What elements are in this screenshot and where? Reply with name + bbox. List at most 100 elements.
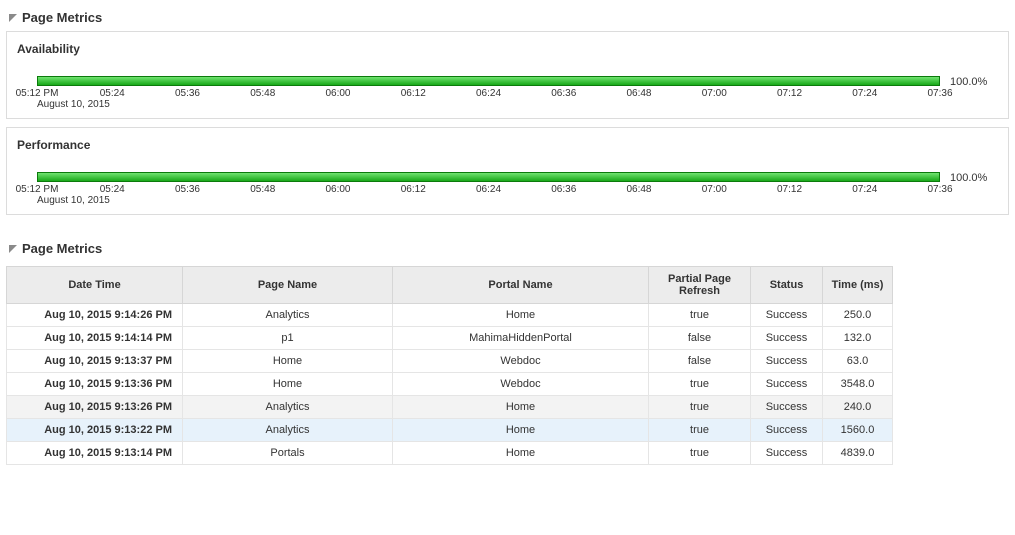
performance-ticks: 05:12 PM05:2405:3605:4806:0006:1206:2406… [37, 184, 940, 208]
cell-partial-page-refresh: true [649, 304, 751, 327]
cell-time-ms: 63.0 [823, 350, 893, 373]
cell-partial-page-refresh: true [649, 373, 751, 396]
table-row[interactable]: Aug 10, 2015 9:13:22 PMAnalyticsHometrue… [7, 419, 893, 442]
axis-tick: 07:12 [777, 88, 802, 99]
cell-page-name: Home [183, 373, 393, 396]
axis-tick: 06:12 [401, 184, 426, 195]
axis-tick: 07:36 [927, 88, 952, 99]
axis-tick: 07:36 [927, 184, 952, 195]
cell-status: Success [751, 327, 823, 350]
axis-tick: 06:24 [476, 184, 501, 195]
cell-partial-page-refresh: true [649, 419, 751, 442]
cell-portal-name: Webdoc [393, 350, 649, 373]
availability-chart: Availability 05:12 PM05:2405:3605:4806:0… [6, 31, 1009, 119]
cell-time-ms: 3548.0 [823, 373, 893, 396]
section-header-page-metrics-1[interactable]: Page Metrics [6, 6, 1009, 31]
cell-page-name: Portals [183, 442, 393, 465]
page-metrics-table: Date Time Page Name Portal Name Partial … [6, 266, 893, 465]
cell-portal-name: Home [393, 442, 649, 465]
section-header-page-metrics-2[interactable]: Page Metrics [6, 237, 1009, 262]
table-row[interactable]: Aug 10, 2015 9:13:36 PMHomeWebdoctrueSuc… [7, 373, 893, 396]
cell-time-ms: 4839.0 [823, 442, 893, 465]
axis-tick: 06:36 [551, 184, 576, 195]
table-row[interactable]: Aug 10, 2015 9:14:14 PMp1MahimaHiddenPor… [7, 327, 893, 350]
axis-tick: 06:48 [626, 184, 651, 195]
section-title: Page Metrics [22, 10, 102, 25]
cell-portal-name: Home [393, 396, 649, 419]
cell-status: Success [751, 373, 823, 396]
cell-date-time: Aug 10, 2015 9:13:36 PM [7, 373, 183, 396]
availability-ticks: 05:12 PM05:2405:3605:4806:0006:1206:2406… [37, 88, 940, 112]
axis-tick: 07:12 [777, 184, 802, 195]
table-row[interactable]: Aug 10, 2015 9:13:26 PMAnalyticsHometrue… [7, 396, 893, 419]
axis-tick: 06:00 [325, 184, 350, 195]
table-row[interactable]: Aug 10, 2015 9:14:26 PMAnalyticsHometrue… [7, 304, 893, 327]
cell-status: Success [751, 350, 823, 373]
cell-partial-page-refresh: false [649, 350, 751, 373]
axis-tick: 06:24 [476, 88, 501, 99]
cell-partial-page-refresh: true [649, 442, 751, 465]
chart-title: Performance [17, 138, 1002, 152]
axis-tick: 05:24 [100, 184, 125, 195]
col-status[interactable]: Status [751, 267, 823, 304]
cell-partial-page-refresh: false [649, 327, 751, 350]
cell-page-name: Analytics [183, 419, 393, 442]
axis-tick: 05:48 [250, 88, 275, 99]
cell-date-time: Aug 10, 2015 9:13:26 PM [7, 396, 183, 419]
axis-tick: 05:24 [100, 88, 125, 99]
col-portal-name[interactable]: Portal Name [393, 267, 649, 304]
axis-tick: 07:00 [702, 184, 727, 195]
cell-page-name: Analytics [183, 396, 393, 419]
cell-portal-name: Webdoc [393, 373, 649, 396]
cell-page-name: Home [183, 350, 393, 373]
cell-time-ms: 1560.0 [823, 419, 893, 442]
table-row[interactable]: Aug 10, 2015 9:13:37 PMHomeWebdocfalseSu… [7, 350, 893, 373]
axis-tick: 06:48 [626, 88, 651, 99]
cell-page-name: p1 [183, 327, 393, 350]
cell-time-ms: 132.0 [823, 327, 893, 350]
availability-bar [37, 76, 940, 86]
cell-status: Success [751, 419, 823, 442]
cell-date-time: Aug 10, 2015 9:14:14 PM [7, 327, 183, 350]
availability-percent: 100.0% [950, 76, 1002, 88]
cell-date-time: Aug 10, 2015 9:13:14 PM [7, 442, 183, 465]
cell-time-ms: 240.0 [823, 396, 893, 419]
col-time-ms[interactable]: Time (ms) [823, 267, 893, 304]
disclosure-triangle-icon [8, 13, 18, 23]
axis-tick: 06:00 [325, 88, 350, 99]
performance-chart: Performance 05:12 PM 05:24 05:36 05:48 06:00… [6, 127, 1009, 215]
disclosure-triangle-icon [8, 244, 18, 254]
cell-date-time: Aug 10, 2015 9:14:26 PM [7, 304, 183, 327]
axis-tick: 05:12 PM [16, 88, 59, 99]
table-row[interactable]: Aug 10, 2015 9:13:14 PMPortalsHometrueSu… [7, 442, 893, 465]
section-title: Page Metrics [22, 241, 102, 256]
cell-partial-page-refresh: true [649, 396, 751, 419]
cell-time-ms: 250.0 [823, 304, 893, 327]
performance-bar [37, 172, 940, 182]
axis-tick: 06:12 [401, 88, 426, 99]
cell-page-name: Analytics [183, 304, 393, 327]
axis-tick: 07:00 [702, 88, 727, 99]
axis-tick: 07:24 [852, 88, 877, 99]
cell-date-time: Aug 10, 2015 9:13:22 PM [7, 419, 183, 442]
cell-portal-name: Home [393, 419, 649, 442]
cell-status: Success [751, 304, 823, 327]
performance-percent: 100.0% [950, 172, 1002, 184]
axis-date-label: August 10, 2015 [37, 195, 110, 206]
table-header-row: Date Time Page Name Portal Name Partial … [7, 267, 893, 304]
axis-tick: 06:36 [551, 88, 576, 99]
axis-date-label: August 10, 2015 [37, 99, 110, 110]
cell-portal-name: MahimaHiddenPortal [393, 327, 649, 350]
col-page-name[interactable]: Page Name [183, 267, 393, 304]
col-date-time[interactable]: Date Time [7, 267, 183, 304]
axis-tick: 07:24 [852, 184, 877, 195]
axis-tick: 05:48 [250, 184, 275, 195]
axis-tick: 05:36 [175, 88, 200, 99]
col-partial-page-refresh[interactable]: Partial Page Refresh [649, 267, 751, 304]
axis-tick: 05:36 [175, 184, 200, 195]
cell-portal-name: Home [393, 304, 649, 327]
cell-status: Success [751, 442, 823, 465]
cell-date-time: Aug 10, 2015 9:13:37 PM [7, 350, 183, 373]
cell-status: Success [751, 396, 823, 419]
axis-tick: 05:12 PM [16, 184, 59, 195]
